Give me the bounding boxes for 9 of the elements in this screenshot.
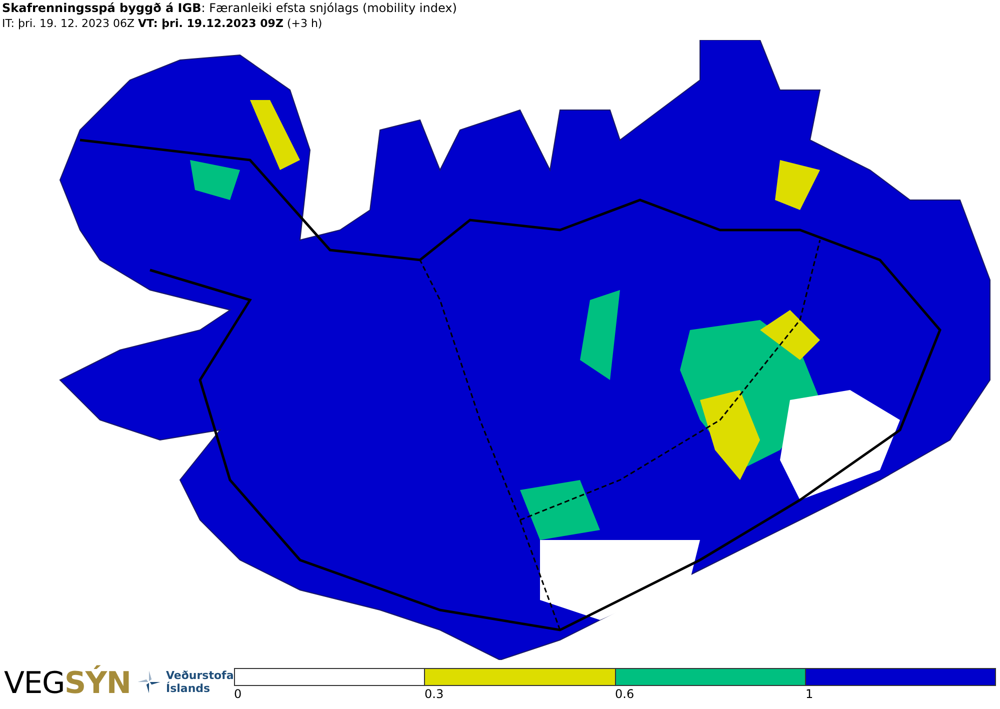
map-title: Skafrenningsspá byggð á IGB: Færanleiki efsta snjólags (mobility index)	[2, 0, 457, 16]
scale-tick-label: 0	[234, 686, 242, 702]
forecast-time: IT: þri. 19. 12. 2023 06Z VT: þri. 19.12.2023 09Z (+3 h)	[2, 16, 322, 32]
vedurstofa-logo: Veðurstofa Íslands	[166, 669, 232, 695]
scale-tick-label: 0.6	[615, 686, 634, 702]
scale-tick-label: 0.3	[424, 686, 444, 702]
scale-tick-label: 1	[806, 686, 814, 702]
star-logo-icon	[136, 669, 162, 695]
vegsyn-logo: VEGSÝN	[3, 664, 130, 699]
